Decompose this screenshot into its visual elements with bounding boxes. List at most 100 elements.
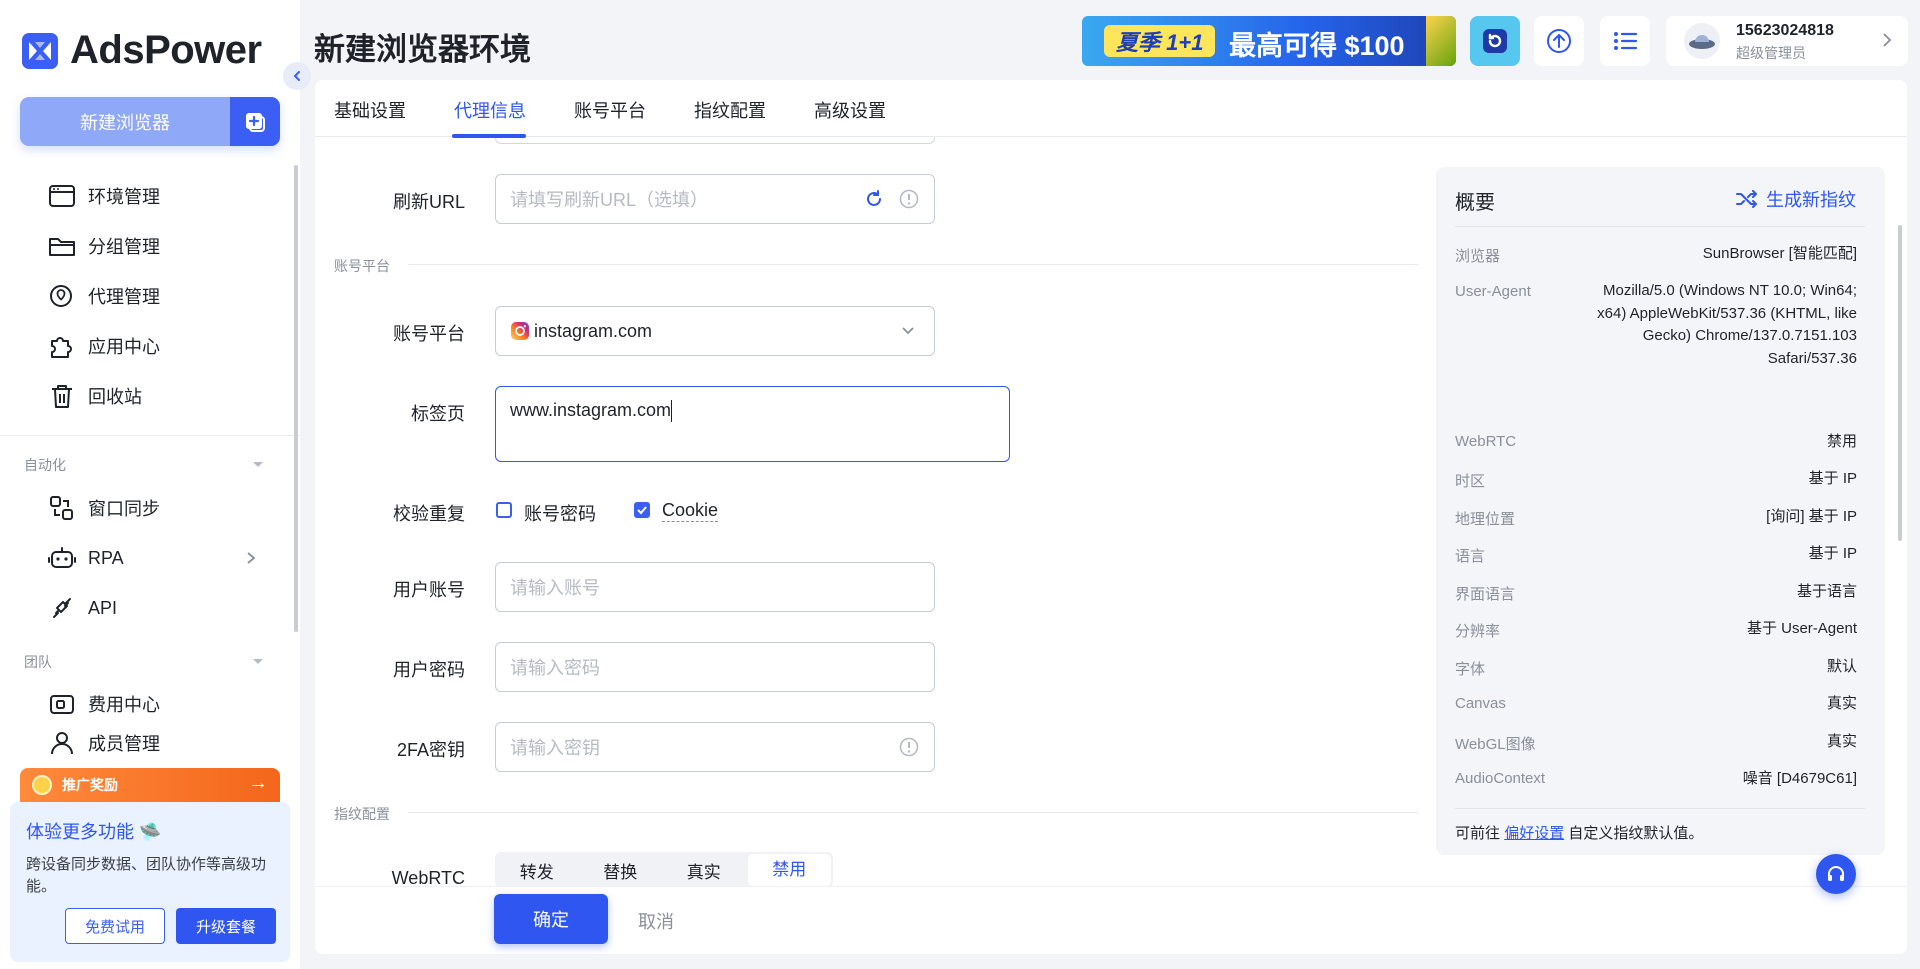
batch-add-button[interactable] (230, 97, 280, 146)
sidebar-item-label: 成员管理 (88, 734, 160, 754)
dedupe-cookie-checkbox[interactable] (634, 502, 650, 518)
info-icon[interactable] (899, 737, 919, 757)
instagram-icon (511, 322, 529, 340)
sidebar-item-env[interactable]: 环境管理 (0, 174, 300, 218)
summary-value: 基于 IP (1808, 470, 1857, 487)
dedupe-cookie-label[interactable]: Cookie (662, 500, 719, 522)
sidebar-item-rpa[interactable]: RPA (0, 536, 300, 580)
section-team[interactable]: 团队 (24, 652, 52, 672)
webrtc-option-disabled[interactable]: 禁用 (747, 854, 831, 886)
tab-fingerprint[interactable]: 指纹配置 (694, 97, 766, 123)
tab-page-textarea[interactable]: www.instagram.com (495, 386, 1010, 462)
summer-promo-banner[interactable]: 夏季 1+1 最高可得 $100 (1082, 16, 1456, 66)
sidebar-item-label: 应用中心 (88, 337, 160, 357)
sidebar-item-groups[interactable]: 分组管理 (0, 224, 300, 268)
free-trial-button[interactable]: 免费试用 (65, 908, 165, 944)
new-browser-button[interactable]: 新建浏览器 (20, 97, 280, 146)
palm-leaf-icon (1426, 16, 1456, 66)
dedupe-account-checkbox[interactable] (496, 502, 512, 518)
user-password-placeholder: 请输入密码 (510, 658, 600, 678)
confirm-button[interactable]: 确定 (494, 894, 608, 944)
summary-value: 基于语言 (1796, 583, 1857, 600)
summary-key: WebRTC (1455, 433, 1517, 450)
refresh-icon[interactable] (864, 189, 884, 209)
summary-key: Canvas (1455, 695, 1506, 712)
sync-app-button[interactable] (1470, 16, 1520, 66)
summary-key: 地理位置 (1455, 511, 1516, 528)
sidebar-item-label: RPA (88, 547, 124, 568)
upgrade-plan-button[interactable]: 升级套餐 (176, 908, 276, 944)
sidebar-item-label: 环境管理 (88, 187, 160, 207)
generate-fingerprint-label: 生成新指纹 (1766, 190, 1856, 210)
active-tab-indicator (452, 134, 526, 138)
summary-value: 默认 (1826, 658, 1857, 675)
refresh-url-placeholder: 请填写刷新URL（选填） (510, 190, 709, 210)
add-square-icon (246, 112, 265, 132)
sidebar-item-billing[interactable]: 费用中心 (0, 682, 300, 726)
sidebar-scrollbar[interactable] (294, 165, 298, 632)
task-list-button[interactable] (1600, 16, 1650, 66)
summary-scrollbar[interactable] (1898, 225, 1902, 541)
sidebar-item-window-sync[interactable]: 窗口同步 (0, 486, 300, 530)
sidebar-item-proxy[interactable]: 代理管理 (0, 274, 300, 318)
sync-windows-icon (50, 496, 73, 520)
sidebar-item-label: 代理管理 (88, 287, 160, 307)
twofa-placeholder: 请输入密钥 (510, 738, 600, 758)
ufo-avatar-icon (1689, 35, 1715, 49)
webrtc-option-replace[interactable]: 替换 (579, 858, 663, 883)
user-menu[interactable]: 15623024818 超级管理员 (1666, 16, 1908, 66)
dedupe-account-label[interactable]: 账号密码 (524, 500, 596, 526)
twofa-input[interactable]: 请输入密钥 (495, 722, 935, 772)
preferences-link[interactable]: 偏好设置 (1504, 825, 1564, 842)
tab-account[interactable]: 账号平台 (574, 97, 646, 123)
arrow-right-icon: → (248, 772, 268, 794)
summary-footer: 可前往 偏好设置 自定义指纹默认值。 (1455, 825, 1704, 842)
sidebar-item-trash[interactable]: 回收站 (0, 374, 300, 418)
trash-icon (52, 385, 72, 408)
platform-value: instagram.com (534, 320, 653, 341)
tab-basic[interactable]: 基础设置 (334, 97, 406, 123)
sidebar-item-api[interactable]: API (0, 586, 300, 630)
summary-key: WebGL图像 (1455, 736, 1536, 753)
summary-key: 浏览器 (1455, 248, 1501, 265)
collapse-sidebar-button[interactable] (283, 62, 311, 90)
support-button[interactable] (1816, 854, 1856, 894)
platform-select[interactable]: instagram.com (495, 306, 935, 356)
summary-value: SunBrowser [智能匹配] (1702, 245, 1857, 262)
summary-divider (1455, 226, 1865, 227)
sidebar-item-label: 费用中心 (88, 695, 160, 715)
generate-fingerprint-button[interactable]: 生成新指纹 (1736, 186, 1856, 212)
group-divider (408, 264, 1418, 265)
tab-advanced[interactable]: 高级设置 (814, 97, 886, 123)
user-password-input[interactable]: 请输入密码 (495, 642, 935, 692)
caret-down-icon[interactable] (252, 461, 264, 469)
app-logo[interactable]: AdsPower (22, 28, 262, 73)
summary-value: 噪音 [D4679C61] (1742, 770, 1857, 787)
webrtc-option-real[interactable]: 真实 (662, 858, 746, 883)
browser-window-icon (49, 185, 75, 207)
sidebar-item-label: API (88, 597, 118, 618)
app-name: AdsPower (70, 28, 262, 72)
caret-down-icon[interactable] (252, 658, 264, 666)
section-automation[interactable]: 自动化 (24, 455, 66, 475)
user-role: 超级管理员 (1736, 45, 1806, 61)
members-icon (51, 732, 73, 755)
tab-proxy[interactable]: 代理信息 (454, 97, 526, 123)
sidebar-item-members[interactable]: 成员管理 (0, 730, 300, 756)
promo-bar-label: 推广奖励 (62, 777, 118, 793)
summary-value: 禁用 (1826, 433, 1857, 450)
promo-reward-bar[interactable]: 推广奖励 → (20, 768, 280, 802)
sidebar-divider (0, 435, 300, 436)
upload-circle-icon (1547, 29, 1571, 53)
update-button[interactable] (1534, 16, 1584, 66)
info-icon[interactable] (899, 189, 919, 209)
ufo-icon: 🛸 (139, 822, 162, 842)
sidebar-item-apps[interactable]: 应用中心 (0, 324, 300, 368)
refresh-url-input[interactable]: 请填写刷新URL（选填） (495, 174, 935, 224)
webrtc-option-forward[interactable]: 转发 (495, 858, 579, 883)
chevron-right-icon (1883, 33, 1892, 47)
user-account-input[interactable]: 请输入账号 (495, 562, 935, 612)
webrtc-segmented: 转发 替换 真实 禁用 (495, 852, 833, 888)
cancel-button[interactable]: 取消 (638, 908, 674, 934)
summary-key: 界面语言 (1455, 586, 1516, 603)
